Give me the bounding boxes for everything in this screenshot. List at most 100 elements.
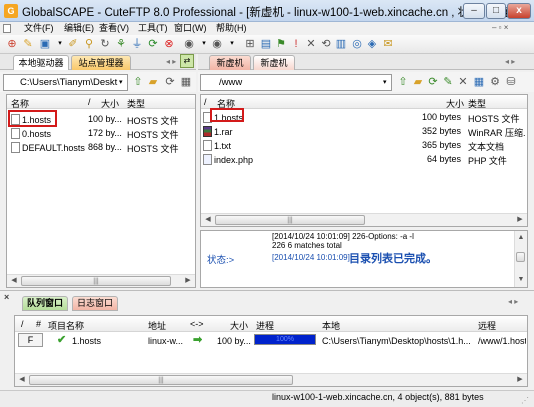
scrollbar-thumb[interactable]: ||| [215, 215, 365, 225]
refresh-icon[interactable]: ⟳ [426, 75, 440, 89]
log-icon[interactable]: ▥ [334, 37, 348, 51]
close-button[interactable]: x [507, 3, 531, 19]
tab-local-drives[interactable]: 本地驱动器 [13, 55, 69, 70]
swap-panes-icon[interactable]: ⇄ [180, 54, 194, 68]
dropdown-icon[interactable]: ▾ [53, 37, 67, 51]
refresh-icon[interactable]: ⟳ [163, 75, 177, 89]
column-size[interactable]: 大小 [230, 319, 248, 332]
list-item[interactable]: 1.txt [203, 140, 231, 151]
column-item-name[interactable]: 项目名称 [48, 319, 84, 332]
minimize-button[interactable]: – [463, 3, 485, 19]
column-local[interactable]: 本地 [322, 319, 340, 332]
filter-icon[interactable]: ⛁ [504, 75, 518, 89]
tab-scroll-arrows[interactable]: ◂ ▸ [166, 57, 176, 66]
exclamation-icon[interactable]: ! [289, 37, 303, 51]
list-item[interactable]: 1.rar [203, 126, 233, 137]
view-options-icon[interactable]: ▦ [472, 75, 486, 89]
tab-remote-1[interactable]: 新虚机 [209, 55, 251, 70]
file-type: WinRAR 压缩... [468, 128, 526, 138]
column-remote[interactable]: 远程 [478, 319, 496, 332]
help-icon[interactable]: ◉ [182, 37, 196, 51]
column-progress[interactable]: 进程 [256, 319, 274, 332]
scroll-left-icon[interactable]: ◀ [8, 275, 20, 287]
scroll-up-icon[interactable]: ▲ [515, 232, 527, 244]
scrollbar-thumb[interactable]: ||| [29, 375, 293, 385]
menu-file[interactable]: 文件(F) [24, 22, 54, 35]
scroll-right-icon[interactable]: ▶ [514, 374, 526, 386]
right-path-text: /www [219, 77, 243, 88]
settings-icon[interactable]: ▤ [259, 37, 273, 51]
restore-button[interactable]: □ [486, 3, 506, 19]
scroll-right-icon[interactable]: ▶ [182, 275, 194, 287]
view-options-icon[interactable]: ▦ [179, 75, 193, 89]
list-item[interactable]: DEFAULT.hosts [11, 142, 85, 153]
tab-scroll-arrows[interactable]: ◂ ▸ [505, 57, 515, 66]
wizard-icon[interactable]: ✎ [21, 37, 35, 51]
new-site-icon[interactable]: ▣ [38, 37, 52, 51]
search-icon[interactable]: ⚲ [82, 37, 96, 51]
progress-bar: 100% [254, 334, 316, 345]
tab-log[interactable]: 日志窗口 [72, 296, 118, 311]
column-size[interactable]: 大小 [446, 97, 464, 110]
tab-scroll-arrows[interactable]: ◂ ▸ [508, 297, 518, 306]
rename-icon[interactable]: ✎ [441, 75, 455, 89]
menu-help[interactable]: 帮助(H) [216, 22, 247, 35]
menu-view[interactable]: 查看(V) [99, 22, 129, 35]
column-type[interactable]: 类型 [468, 97, 486, 110]
column-type[interactable]: 类型 [127, 97, 145, 110]
properties-icon[interactable]: ◉ [210, 37, 224, 51]
tree-icon[interactable]: ⚘ [114, 37, 128, 51]
reconnect-icon[interactable]: ↻ [98, 37, 112, 51]
new-folder-icon[interactable]: ▰ [411, 75, 425, 89]
queue-item-number[interactable]: F [18, 333, 43, 347]
right-path-input[interactable]: /www [200, 74, 392, 91]
stop-icon[interactable]: ⊗ [162, 37, 176, 51]
document-icon [3, 24, 11, 33]
mdi-controls[interactable]: – ▫ × [492, 23, 508, 32]
filter-icon[interactable]: ◈ [365, 37, 379, 51]
info-icon[interactable]: ◎ [350, 37, 364, 51]
new-folder-icon[interactable]: ▰ [146, 75, 160, 89]
column-number[interactable]: # [36, 319, 41, 329]
chevron-down-icon[interactable]: ▾ [383, 78, 387, 86]
column-direction[interactable]: <-> [190, 319, 204, 329]
column-name[interactable]: 名称 [11, 97, 29, 110]
tab-queue[interactable]: 队列窗口 [22, 296, 68, 311]
list-item[interactable]: index.php [203, 154, 253, 165]
column-address[interactable]: 地址 [148, 319, 166, 332]
settings-icon[interactable]: ⚙ [488, 75, 502, 89]
scroll-left-icon[interactable]: ◀ [202, 214, 214, 226]
scroll-right-icon[interactable]: ▶ [514, 214, 526, 226]
close-icon[interactable]: × [4, 292, 9, 302]
flag-icon[interactable]: ⚑ [274, 37, 288, 51]
scrollbar-thumb[interactable] [516, 252, 525, 262]
refresh-icon[interactable]: ⟳ [146, 37, 160, 51]
list-item[interactable]: 0.hosts [11, 128, 51, 139]
edit-icon[interactable]: ✐ [66, 37, 80, 51]
chevron-down-icon[interactable]: ▾ [119, 78, 123, 86]
delete-icon[interactable]: ✕ [304, 37, 318, 51]
tab-site-manager[interactable]: 站点管理器 [71, 55, 131, 70]
connect-icon[interactable]: ⊕ [5, 37, 19, 51]
tab-remote-2[interactable]: 新虚机 [253, 55, 295, 70]
disconnect-icon[interactable]: ⏚ [130, 37, 144, 51]
dropdown-icon[interactable]: ▾ [197, 37, 211, 51]
left-path-text: C:\Users\Tianym\Deskt [20, 77, 118, 88]
column-size[interactable]: 大小 [101, 97, 119, 110]
dropdown-icon[interactable]: ▾ [225, 37, 239, 51]
mail-icon[interactable]: ✉ [381, 37, 395, 51]
refresh-icon[interactable]: ⟲ [319, 37, 333, 51]
resize-grip-icon[interactable]: ⋰ [521, 396, 529, 405]
menu-window[interactable]: 窗口(W) [174, 22, 207, 35]
parent-folder-icon[interactable]: ⇧ [131, 75, 145, 89]
menu-edit[interactable]: 编辑(E) [64, 22, 94, 35]
parent-folder-icon[interactable]: ⇧ [396, 75, 410, 89]
scrollbar-thumb[interactable]: ||| [21, 276, 171, 286]
delete-icon[interactable]: ✕ [456, 75, 470, 89]
scroll-down-icon[interactable]: ▼ [515, 274, 527, 286]
scroll-left-icon[interactable]: ◀ [16, 374, 28, 386]
left-path-input[interactable]: C:\Users\Tianym\Deskt [3, 74, 128, 91]
site-manager-icon[interactable]: ⊞ [243, 37, 257, 51]
queue-item-size: 100 by... [217, 336, 251, 346]
menu-tools[interactable]: 工具(T) [138, 22, 168, 35]
